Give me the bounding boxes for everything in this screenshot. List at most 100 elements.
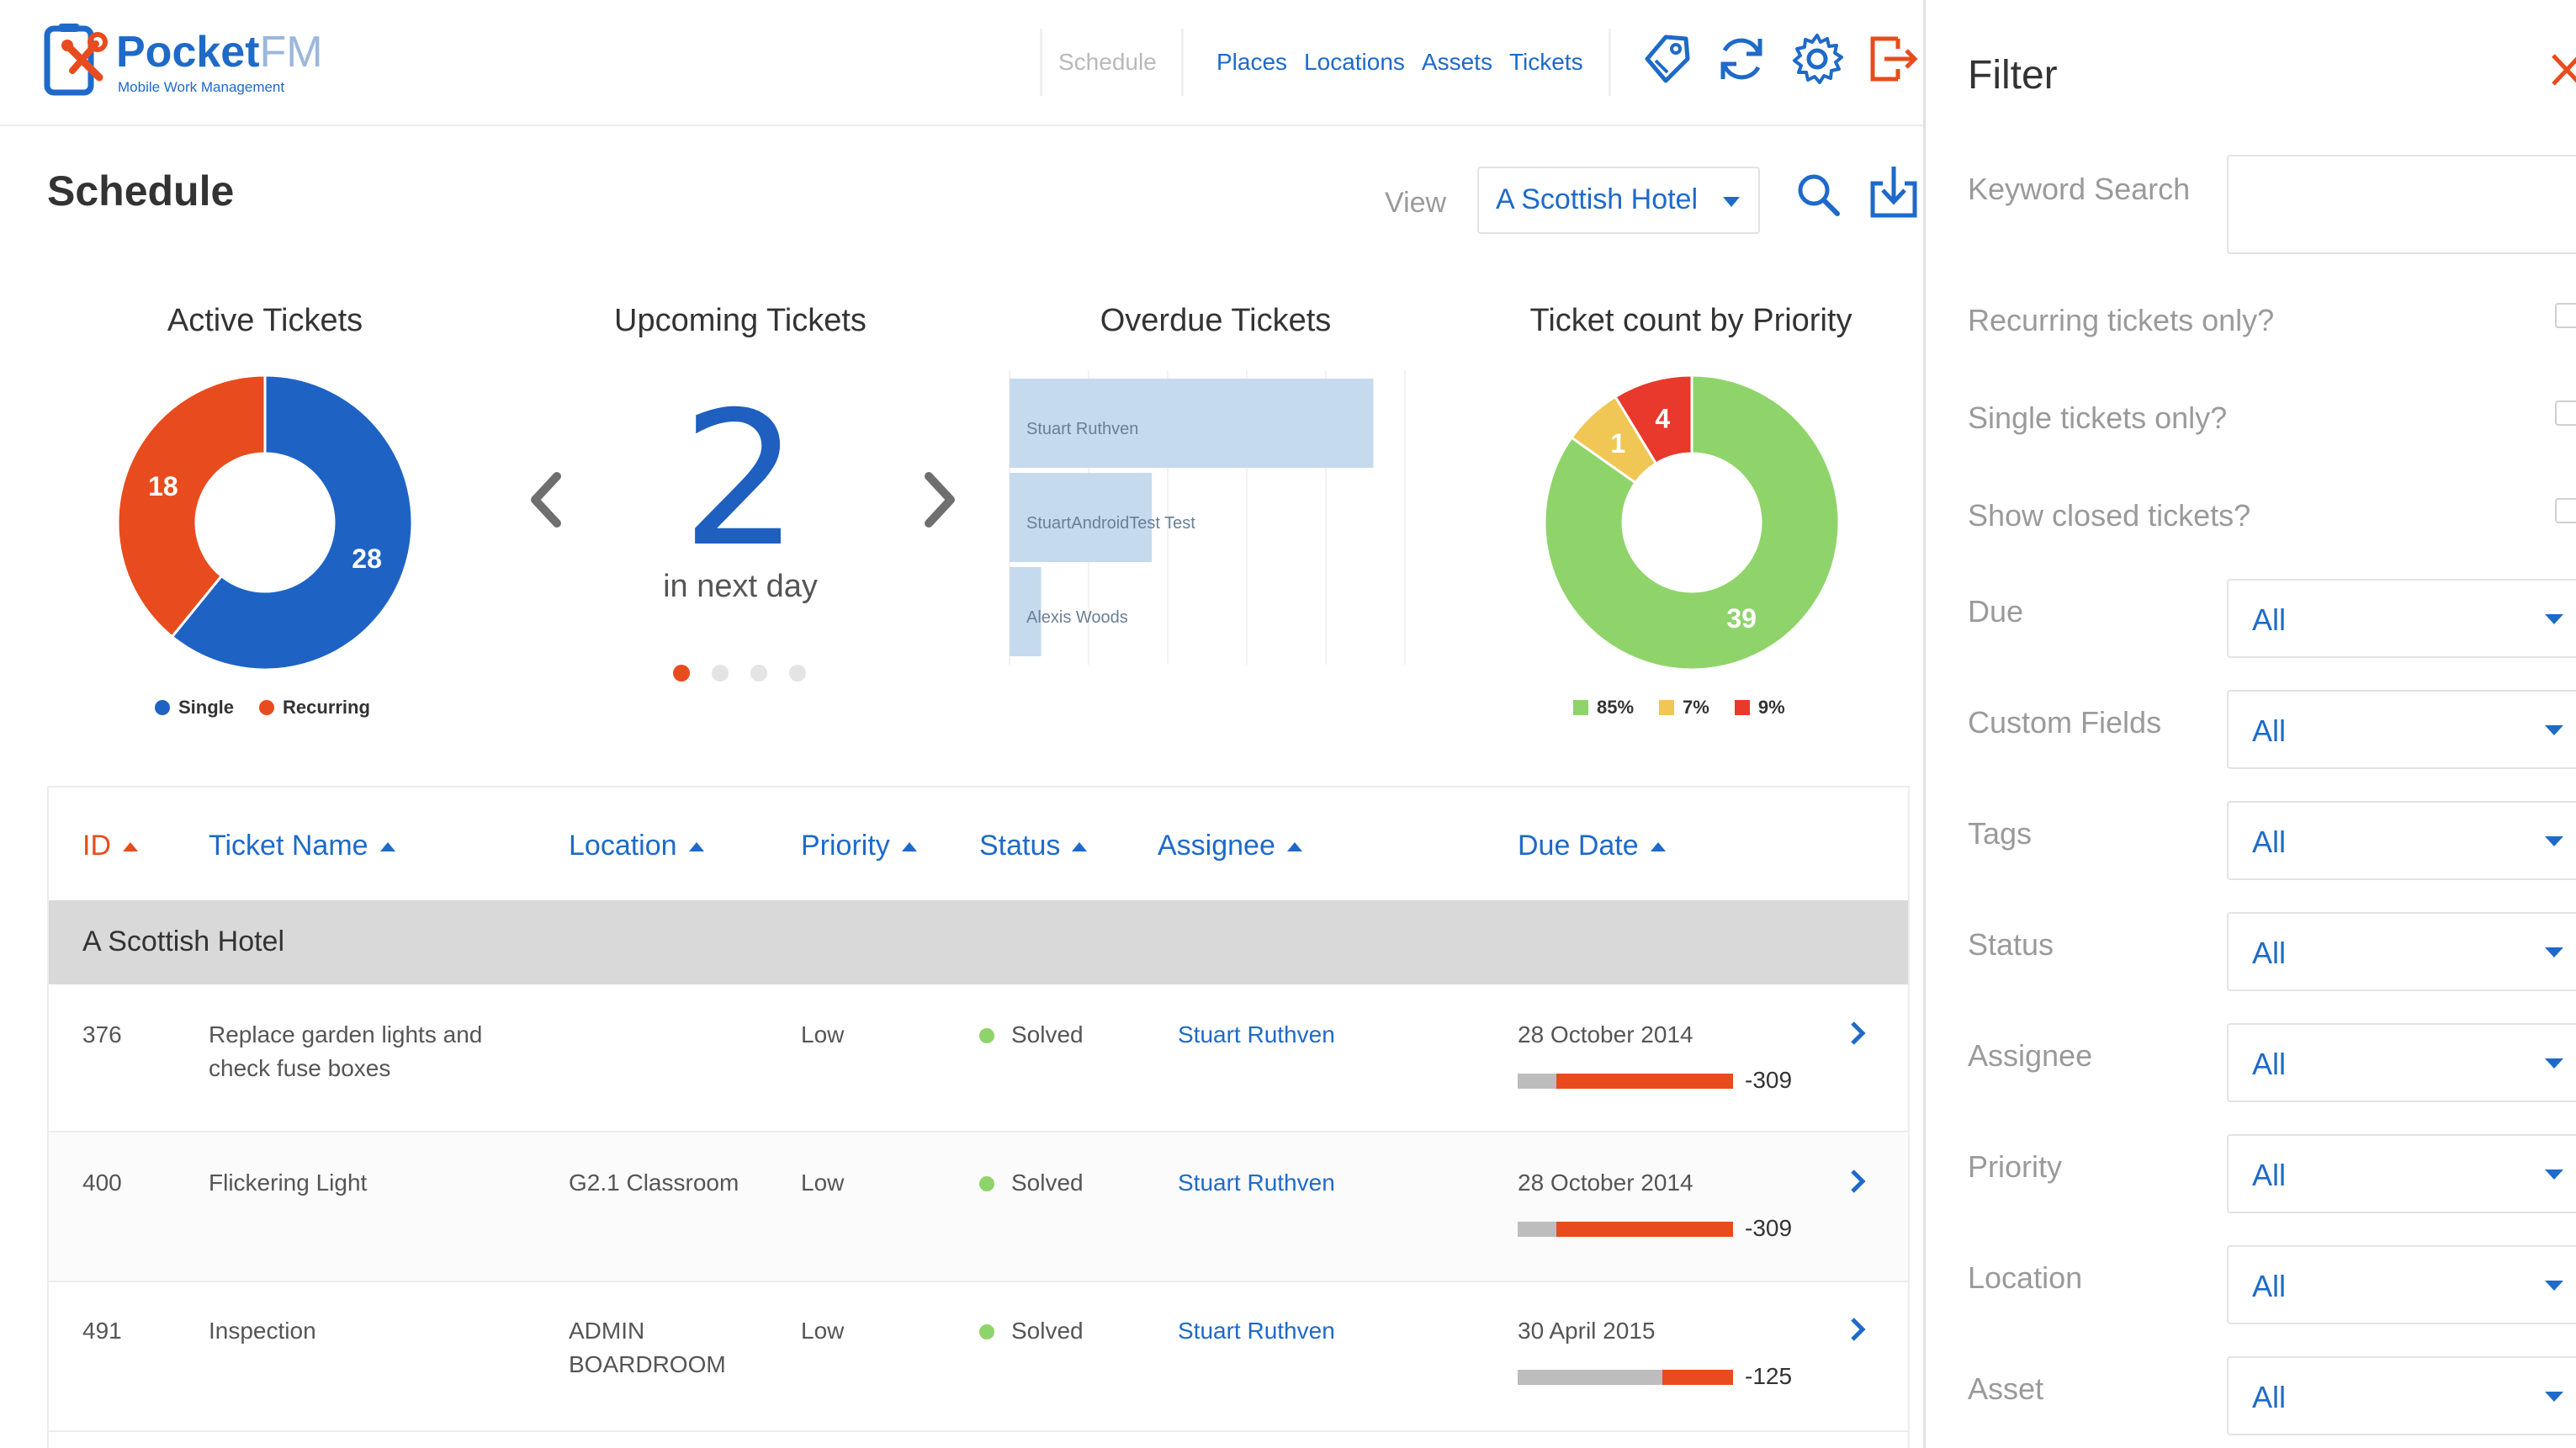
download-icon[interactable] (1868, 163, 1920, 220)
active-tickets-chart[interactable]: 28 18 (118, 375, 412, 670)
overdue-tickets-title: Overdue Tickets (1100, 303, 1332, 338)
column-header-status[interactable]: Status (979, 830, 1088, 862)
cell-location: ADMIN BOARDROOM (569, 1318, 726, 1377)
table-row[interactable]: 376 Replace garden lights and check fuse… (49, 984, 1908, 1132)
keyword-search-label: Keyword Search (1968, 172, 2191, 206)
nav-links: Places Locations Assets Tickets (1216, 49, 1583, 76)
chevron-right-icon[interactable] (1846, 1164, 1869, 1198)
carousel-dot[interactable] (673, 665, 690, 682)
close-icon[interactable] (2548, 49, 2576, 91)
column-header-due-date[interactable]: Due Date (1518, 830, 1666, 862)
cell-ticket-name: Replace garden lights and check fuse box… (209, 1021, 483, 1081)
chevron-right-icon[interactable] (914, 468, 964, 532)
table-row[interactable]: 400 Flickering Light G2.1 Classroom Low … (49, 1134, 1908, 1282)
legend-medium-label: 7% (1683, 697, 1709, 718)
logout-icon[interactable] (1864, 30, 1921, 88)
due-diff: -125 (1745, 1363, 1793, 1389)
show-closed-checkbox[interactable] (2555, 498, 2576, 523)
location-filter-select[interactable]: All (2227, 1245, 2576, 1324)
view-select-value: A Scottish Hotel (1496, 183, 1699, 215)
cell-priority: Low (801, 1318, 845, 1344)
cell-priority: Low (801, 1021, 845, 1048)
column-header-location-label: Location (569, 830, 677, 862)
chevron-down-icon (2545, 1281, 2563, 1291)
tags-filter-select[interactable]: All (2227, 801, 2576, 880)
assignee-filter-select[interactable]: All (2227, 1023, 2576, 1102)
search-icon[interactable] (1792, 168, 1844, 220)
column-header-priority[interactable]: Priority (801, 830, 917, 862)
cell-assignee[interactable]: Stuart Ruthven (1178, 1018, 1335, 1052)
overdue-bar-label: Stuart Ruthven (1026, 420, 1138, 438)
cell-location: G2.1 Classroom (569, 1170, 739, 1196)
chevron-left-icon[interactable] (522, 468, 572, 532)
active-tickets-title: Active Tickets (167, 303, 363, 338)
cell-id: 400 (82, 1170, 122, 1196)
nav-assets[interactable]: Assets (1422, 49, 1492, 76)
due-progress-bar (1518, 1222, 1733, 1237)
gear-icon[interactable] (1789, 30, 1846, 88)
carousel-dot[interactable] (789, 665, 806, 682)
custom-fields-filter-select[interactable]: All (2227, 690, 2576, 769)
chevron-right-icon[interactable] (1846, 1313, 1869, 1346)
cell-id: 491 (82, 1318, 122, 1344)
chart-slice-label: 1 (1610, 428, 1625, 459)
cell-due-date: 28 October 2014 (1518, 1021, 1693, 1048)
single-only-checkbox[interactable] (2555, 400, 2576, 426)
recurring-only-checkbox[interactable] (2555, 303, 2576, 328)
priority-filter-label: Priority (1968, 1149, 2063, 1184)
chart-slice-label: 4 (1655, 403, 1670, 433)
priority-filter-select[interactable]: All (2227, 1134, 2576, 1213)
legend-priority-medium: 7% (1659, 697, 1709, 719)
upcoming-tickets-title: Upcoming Tickets (614, 303, 867, 338)
nav-divider (1040, 29, 1042, 96)
legend-low-label: 85% (1597, 697, 1635, 718)
column-header-location[interactable]: Location (569, 830, 704, 862)
cell-assignee[interactable]: Stuart Ruthven (1178, 1166, 1335, 1200)
carousel-dot[interactable] (750, 665, 767, 682)
column-header-assignee[interactable]: Assignee (1158, 830, 1302, 862)
due-filter-label: Due (1968, 594, 2024, 629)
cell-status: Solved (979, 1018, 1084, 1052)
column-header-ticket-name[interactable]: Ticket Name (209, 830, 395, 862)
legend-recurring: Recurring (259, 697, 370, 719)
status-filter-select[interactable]: All (2227, 912, 2576, 991)
filter-title: Filter (1968, 53, 2058, 98)
due-filter-select[interactable]: All (2227, 579, 2576, 658)
cell-assignee[interactable]: Stuart Ruthven (1178, 1314, 1335, 1348)
cell-due-date: 30 April 2015 (1518, 1318, 1656, 1344)
chevron-down-icon (2545, 947, 2563, 957)
tag-icon[interactable] (1637, 30, 1694, 88)
due-progress-bar (1518, 1074, 1733, 1089)
sort-asc-icon (688, 842, 704, 851)
cell-priority: Low (801, 1170, 845, 1196)
nav-schedule[interactable]: Schedule (1058, 49, 1157, 76)
pocketfm-logo[interactable]: PocketFM Mobile Work Management (44, 22, 323, 99)
legend-priority-high: 9% (1734, 697, 1785, 719)
top-bar: PocketFM Mobile Work Management Schedule… (0, 0, 1923, 126)
chevron-down-icon (2545, 614, 2563, 624)
asset-filter-value: All (2252, 1380, 2287, 1414)
view-select[interactable]: A Scottish Hotel (1477, 167, 1760, 234)
due-filter-value: All (2252, 602, 2287, 637)
refresh-icon[interactable] (1713, 30, 1770, 88)
legend-single-label: Single (178, 697, 235, 718)
carousel-dot[interactable] (712, 665, 729, 682)
cell-ticket-name: Inspection (209, 1318, 316, 1344)
column-header-id[interactable]: ID (82, 830, 138, 862)
sort-asc-icon (1650, 842, 1666, 851)
nav-places[interactable]: Places (1216, 49, 1287, 76)
location-filter-label: Location (1968, 1260, 2083, 1295)
legend-medium-swatch (1659, 700, 1675, 715)
nav-tickets[interactable]: Tickets (1509, 49, 1583, 76)
legend-priority-low: 85% (1573, 697, 1634, 719)
overdue-tickets-chart[interactable]: Stuart Ruthven StuartAndroidTest Test Alex… (1001, 370, 1439, 715)
legend-recurring-label: Recurring (283, 697, 370, 718)
table-row[interactable]: 491 Inspection ADMIN BOARDROOM Low Solve… (49, 1284, 1908, 1432)
nav-locations[interactable]: Locations (1304, 49, 1405, 76)
chevron-right-icon[interactable] (1846, 1016, 1869, 1050)
keyword-search-input[interactable] (2227, 155, 2576, 254)
priority-chart[interactable]: 39 14 (1545, 375, 1839, 670)
priority-chart-title: Ticket count by Priority (1529, 303, 1852, 338)
sort-asc-icon (379, 842, 395, 851)
asset-filter-select[interactable]: All (2227, 1356, 2576, 1435)
